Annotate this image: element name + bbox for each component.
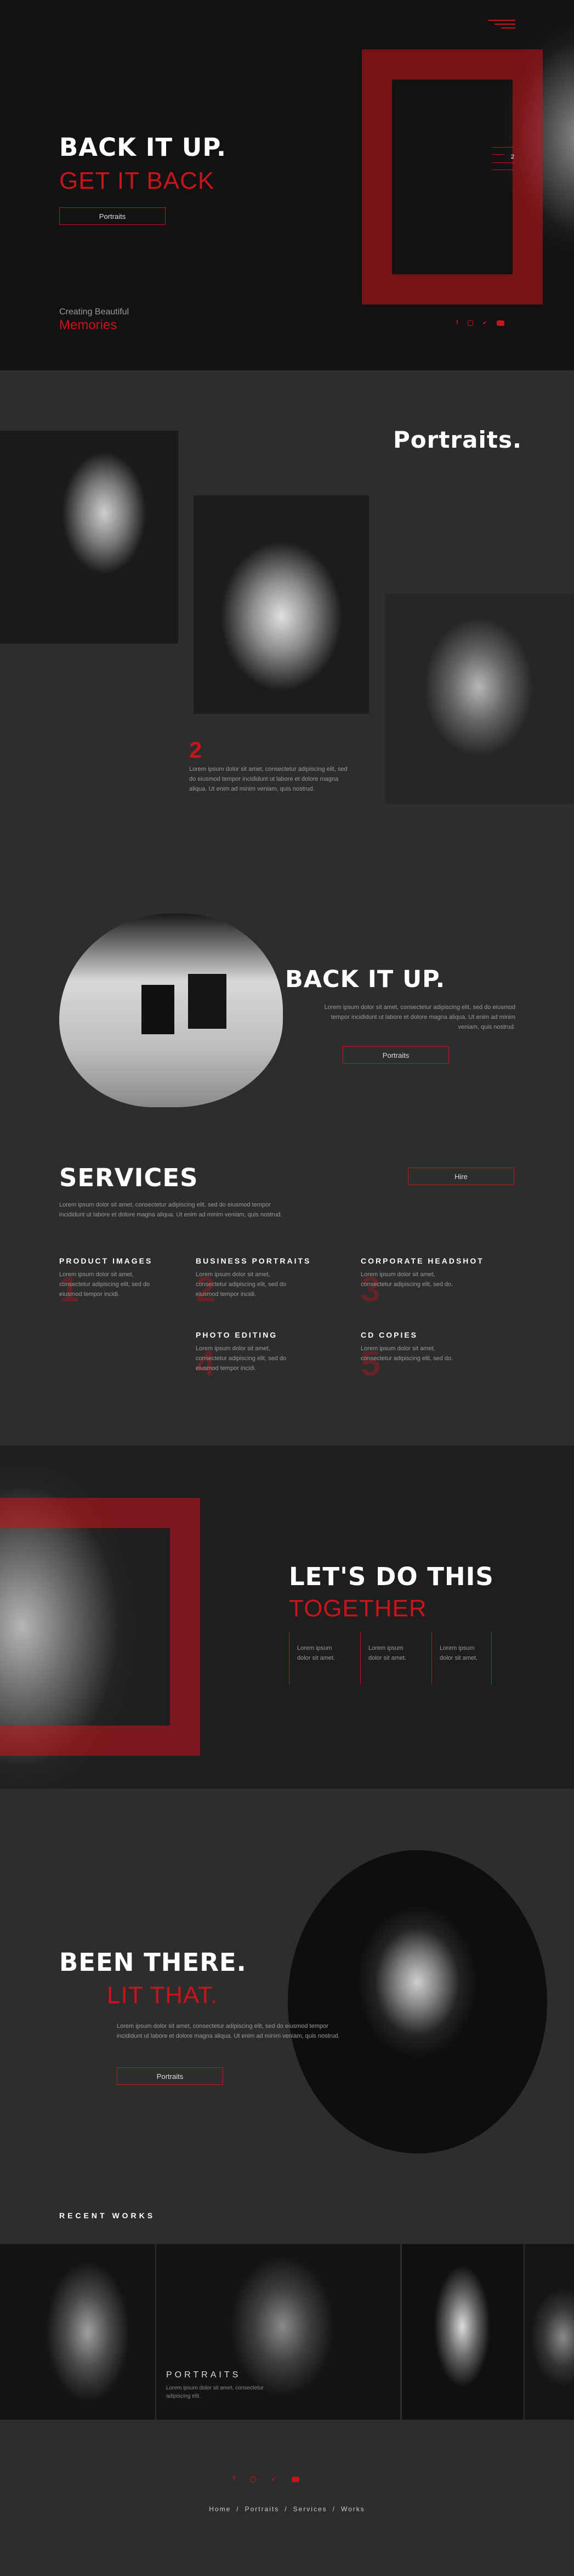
portraits-number: 2 — [189, 737, 202, 763]
hero-tagline: Creating Beautiful — [59, 307, 129, 317]
been-there-section: BEEN THERE. LIT THAT. Lorem ipsum dolor … — [0, 1789, 574, 2184]
facebook-icon[interactable]: f — [233, 2476, 235, 2483]
studio-title: BACK IT UP. — [285, 966, 446, 993]
been-there-text: Lorem ipsum dolor sit amet, consectetur … — [117, 2023, 340, 2039]
footer-nav: Home / Portraits / Services / Works — [0, 2505, 574, 2513]
services-title: SERVICES — [59, 1163, 198, 1192]
slide-indicator[interactable]: 2 — [492, 147, 514, 185]
service-text: Lorem ipsum dolor sit amet, consectetur … — [361, 1345, 453, 1362]
recent-caption-text: Lorem ipsum dolor sit amet, consectetur … — [166, 2385, 264, 2399]
hero-section: BACK IT UP. GET IT BACK Portraits 2 Crea… — [0, 0, 574, 370]
hero-title: BACK IT UP. — [59, 133, 227, 162]
recent-work-4[interactable] — [525, 2244, 574, 2420]
facebook-icon[interactable]: f — [456, 319, 458, 326]
portraits-text: Lorem ipsum dolor sit amet, consectetur … — [189, 766, 348, 792]
services-section: SERVICES Hire Lorem ipsum dolor sit amet… — [0, 1117, 574, 1446]
service-title: BUSINESS PORTRAITS — [196, 1256, 311, 1265]
footer-nav-link[interactable]: Services — [293, 2505, 327, 2513]
footer-nav-link[interactable]: Home — [209, 2505, 231, 2513]
studio-portraits-button[interactable]: Portraits — [343, 1046, 449, 1064]
youtube-icon[interactable] — [496, 320, 504, 326]
together-column: Lorem ipsum dolor sit amet. — [289, 1632, 349, 1684]
studio-text: Lorem ipsum dolor sit amet, consectetur … — [324, 1004, 515, 1030]
hero-subtitle: GET IT BACK — [59, 167, 215, 194]
together-subtitle: TOGETHER — [289, 1595, 427, 1622]
footer-nav-separator: / — [285, 2505, 288, 2513]
together-column: Lorem ipsum dolor sit amet. — [360, 1632, 420, 1684]
footer-nav-link[interactable]: Works — [341, 2505, 365, 2513]
footer-section: f ✔ Home / Portraits / Services / Works — [0, 2425, 574, 2576]
portrait-photo-3[interactable] — [385, 594, 574, 804]
together-column: Lorem ipsum dolor sit amet. — [431, 1632, 492, 1684]
portrait-photo-1[interactable] — [0, 431, 178, 644]
studio-section: BACK IT UP. Lorem ipsum dolor sit amet, … — [0, 853, 574, 1117]
instagram-icon[interactable] — [467, 320, 473, 326]
footer-nav-separator: / — [236, 2505, 240, 2513]
service-text: Lorem ipsum dolor sit amet, consectetur … — [196, 1345, 287, 1372]
service-text: Lorem ipsum dolor sit amet, consectetur … — [196, 1271, 287, 1298]
been-there-title: BEEN THERE. — [59, 1948, 247, 1977]
service-item[interactable]: 2 BUSINESS PORTRAITS Lorem ipsum dolor sit… — [196, 1256, 360, 1322]
social-links: f ✔ — [456, 319, 504, 326]
hero-tagline-2: Memories — [59, 318, 117, 332]
recent-work-3[interactable] — [402, 2244, 524, 2420]
together-columns: Lorem ipsum dolor sit amet. Lorem ipsum d… — [289, 1632, 492, 1684]
footer-nav-link[interactable]: Portraits — [245, 2505, 280, 2513]
services-intro: Lorem ipsum dolor sit amet, consectetur … — [59, 1202, 282, 1218]
service-title: CORPORATE HEADSHOT — [361, 1256, 484, 1265]
twitter-icon[interactable]: ✔ — [482, 319, 487, 326]
twitter-icon[interactable]: ✔ — [271, 2476, 276, 2483]
studio-image[interactable] — [59, 914, 283, 1107]
hire-button[interactable]: Hire — [408, 1168, 514, 1185]
youtube-icon[interactable] — [291, 2477, 299, 2482]
portrait-photo-2[interactable] — [194, 495, 369, 714]
recent-work-1[interactable] — [0, 2244, 155, 2420]
recent-work-2[interactable]: PORTRAITS Lorem ipsum dolor sit amet, co… — [156, 2244, 400, 2420]
service-title: PHOTO EDITING — [196, 1331, 278, 1339]
service-text: Lorem ipsum dolor sit amet, consectetur … — [361, 1271, 453, 1288]
service-item[interactable]: 5 CD COPIES Lorem ipsum dolor sit amet, co… — [361, 1331, 525, 1396]
recent-caption: PORTRAITS — [166, 2370, 241, 2380]
instagram-icon[interactable] — [250, 2477, 256, 2482]
recent-works-section: RECENT WORKS PORTRAITS Lorem ipsum dolor… — [0, 2184, 574, 2425]
recent-works-heading: RECENT WORKS — [59, 2211, 156, 2220]
service-text: Lorem ipsum dolor sit amet, consectetur … — [59, 1271, 150, 1298]
together-section: LET'S DO THIS TOGETHER Lorem ipsum dolor… — [0, 1446, 574, 1789]
portraits-section: Portraits. 2 Lorem ipsum dolor sit amet,… — [0, 370, 574, 853]
been-there-portrait-image — [288, 1850, 547, 2154]
been-there-subtitle: LIT THAT. — [107, 1982, 218, 2009]
been-there-portraits-button[interactable]: Portraits — [117, 2067, 223, 2085]
hero-portraits-button[interactable]: Portraits — [59, 207, 166, 225]
portraits-heading: Portraits. — [393, 426, 522, 453]
hero-red-frame — [362, 49, 543, 305]
footer-nav-separator: / — [332, 2505, 336, 2513]
together-title: LET'S DO THIS — [289, 1562, 494, 1591]
service-title: CD COPIES — [361, 1331, 418, 1339]
service-item[interactable]: 3 CORPORATE HEADSHOT Lorem ipsum dolor sit… — [361, 1256, 525, 1322]
menu-icon[interactable] — [488, 20, 515, 30]
footer-social-links: f ✔ — [233, 2476, 299, 2483]
slide-number: 2 — [510, 154, 514, 160]
together-red-frame — [0, 1498, 200, 1756]
service-item[interactable]: 4 PHOTO EDITING Lorem ipsum dolor sit amet… — [196, 1331, 360, 1396]
